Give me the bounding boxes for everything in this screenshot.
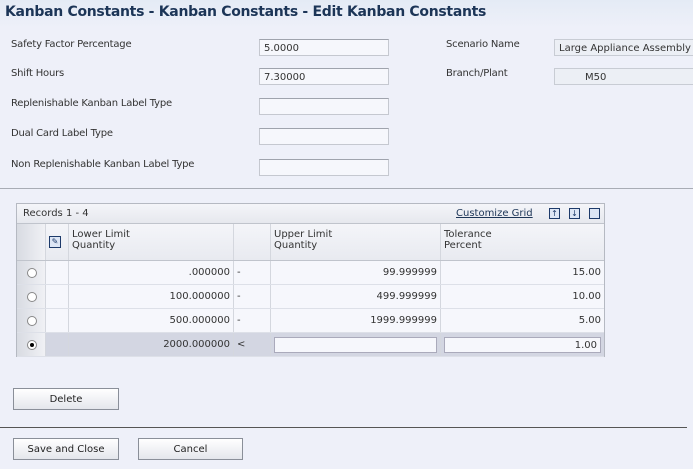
divider <box>0 427 687 428</box>
customize-grid-link[interactable]: Customize Grid <box>456 208 533 219</box>
lower-limit-cell: .000000 <box>69 261 234 284</box>
column-headers: ✎ Lower Limit Quantity Upper Limit Quantit… <box>17 224 604 261</box>
tolerance-input[interactable]: 1.00 <box>444 336 601 353</box>
import-icon[interactable]: ↓ <box>569 208 580 219</box>
safety-factor-label: Safety Factor Percentage <box>11 39 132 50</box>
table-row[interactable]: .000000 - 99.999999 15.00 <box>17 261 604 285</box>
branch-value: M50 <box>554 68 693 85</box>
upper-limit-cell: 499.999999 <box>271 285 441 308</box>
lower-limit-cell: 2000.000000 <box>69 333 234 356</box>
export-icon[interactable]: ↑ <box>549 208 560 219</box>
shift-hours-input[interactable]: 7.30000 <box>259 68 389 85</box>
operator-cell: - <box>234 261 271 284</box>
header-lower-limit[interactable]: Lower Limit Quantity <box>69 224 234 260</box>
tolerance-cell: 5.00 <box>578 315 601 326</box>
operator-cell: - <box>234 285 271 308</box>
grid-header-bar: Records 1 - 4 Customize Grid ↑ ↓ <box>17 204 604 224</box>
scenario-value: Large Appliance Assembly <box>554 39 693 56</box>
row-select-radio[interactable] <box>27 267 37 278</box>
non-replenishable-input[interactable] <box>259 159 389 176</box>
upper-limit-cell: 99.999999 <box>271 261 441 284</box>
header-tolerance[interactable]: Tolerance Percent <box>441 224 604 260</box>
upper-limit-input[interactable] <box>274 336 437 353</box>
table-row[interactable]: 500.000000 - 1999.999999 5.00 <box>17 309 604 333</box>
delete-button[interactable]: Delete <box>13 388 119 410</box>
row-select-radio[interactable] <box>27 291 37 302</box>
records-count: Records 1 - 4 <box>23 208 89 219</box>
tolerance-cell: 15.00 <box>572 267 601 278</box>
safety-factor-input[interactable]: 5.0000 <box>259 39 389 56</box>
branch-label: Branch/Plant <box>446 68 508 79</box>
shift-hours-label: Shift Hours <box>11 68 65 79</box>
replenishable-input[interactable] <box>259 98 389 115</box>
dual-card-label: Dual Card Label Type <box>11 128 113 139</box>
header-upper-limit[interactable]: Upper Limit Quantity <box>271 224 441 260</box>
non-replenishable-label: Non Replenishable Kanban Label Type <box>11 159 195 170</box>
lower-limit-cell: 500.000000 <box>69 309 234 332</box>
operator-cell: < <box>234 333 271 356</box>
row-select-radio[interactable] <box>27 339 37 350</box>
attachment-icon[interactable]: ✎ <box>49 236 61 248</box>
page-title: Kanban Constants - Kanban Constants - Ed… <box>5 4 487 20</box>
divider <box>0 188 693 189</box>
tolerance-cell: 10.00 <box>572 291 601 302</box>
operator-cell: - <box>234 309 271 332</box>
replenishable-label: Replenishable Kanban Label Type <box>11 98 172 109</box>
constants-grid: Records 1 - 4 Customize Grid ↑ ↓ ✎ Lower… <box>16 203 605 357</box>
row-select-radio[interactable] <box>27 315 37 326</box>
table-row[interactable]: 2000.000000 < 1.00 <box>17 333 604 357</box>
save-and-close-button[interactable]: Save and Close <box>13 438 119 460</box>
upper-limit-cell: 1999.999999 <box>271 309 441 332</box>
scenario-label: Scenario Name <box>446 39 520 50</box>
table-row[interactable]: 100.000000 - 499.999999 10.00 <box>17 285 604 309</box>
dual-card-input[interactable] <box>259 128 389 145</box>
lower-limit-cell: 100.000000 <box>69 285 234 308</box>
maximize-icon[interactable] <box>589 208 600 219</box>
cancel-button[interactable]: Cancel <box>138 438 243 460</box>
